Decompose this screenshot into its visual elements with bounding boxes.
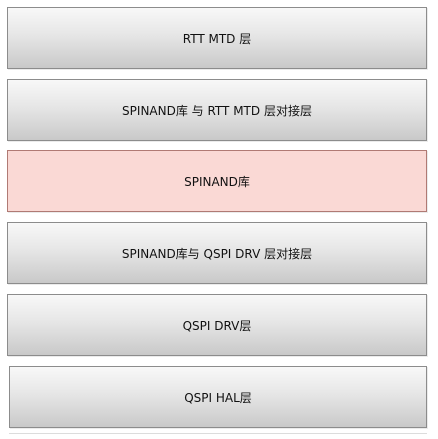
layer-label: RTT MTD 层 bbox=[182, 31, 252, 46]
layer-rtt-mtd: RTT MTD 层 bbox=[7, 7, 427, 69]
layer-label: QSPI DRV层 bbox=[182, 318, 252, 333]
layer-label: SPINAND库 bbox=[184, 174, 250, 189]
layer-spinand-library: SPINAND库 bbox=[7, 150, 427, 212]
bottom-divider bbox=[9, 433, 427, 434]
layer-label: SPINAND库与 QSPI DRV 层对接层 bbox=[121, 246, 313, 261]
layer-label: QSPI HAL层 bbox=[184, 390, 252, 405]
layer-spinand-rtt-mtd-adapter: SPINAND库 与 RTT MTD 层对接层 bbox=[7, 79, 427, 141]
layer-qspi-drv: QSPI DRV层 bbox=[7, 294, 427, 356]
layer-label: SPINAND库 与 RTT MTD 层对接层 bbox=[122, 103, 312, 118]
layer-spinand-qspi-drv-adapter: SPINAND库与 QSPI DRV 层对接层 bbox=[7, 222, 427, 284]
layer-qspi-hal: QSPI HAL层 bbox=[9, 366, 427, 428]
